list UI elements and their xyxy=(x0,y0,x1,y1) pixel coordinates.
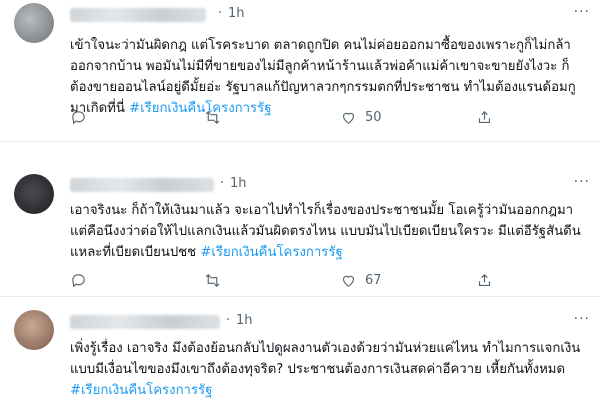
avatar[interactable] xyxy=(14,3,54,43)
reply-button[interactable] xyxy=(70,109,87,126)
timestamp[interactable]: 1h xyxy=(236,313,253,328)
more-icon[interactable]: ··· xyxy=(574,174,590,190)
reply-button[interactable] xyxy=(70,272,87,289)
retweet-button[interactable] xyxy=(204,272,221,289)
reply-icon xyxy=(72,274,85,288)
tweet-text: เพิ่งรู้เรื่อง เอาจริง มึงต้องย้อนกลับไป… xyxy=(70,338,590,401)
author-name[interactable] xyxy=(70,315,220,329)
separator-dot: · xyxy=(226,313,231,328)
tweet[interactable]: · 1h ··· เข้าใจนะว่ามันผิดกฎ แต่โรคระบาด… xyxy=(0,0,600,142)
separator-dot: · xyxy=(218,6,223,21)
retweet-button[interactable] xyxy=(204,109,221,126)
like-count: 67 xyxy=(365,273,382,288)
tweet[interactable]: · 1h ··· เพิ่งรู้เรื่อง เอาจริง มึงต้องย… xyxy=(0,306,600,401)
separator-dot: · xyxy=(220,176,225,191)
tweet-text: เอาจริงนะ ก็ถ้าให้เงินมาแล้ว จะเอาไปทำไร… xyxy=(70,200,590,263)
tweet-body: เพิ่งรู้เรื่อง เอาจริง มึงต้องย้อนกลับไป… xyxy=(70,341,581,377)
timestamp[interactable]: 1h xyxy=(228,6,245,21)
more-icon[interactable]: ··· xyxy=(574,4,590,20)
retweet-icon xyxy=(205,274,220,287)
avatar[interactable] xyxy=(14,310,54,350)
timestamp[interactable]: 1h xyxy=(230,176,247,191)
like-icon xyxy=(342,112,355,124)
author-name[interactable] xyxy=(70,8,206,22)
reply-icon xyxy=(72,111,85,125)
share-icon xyxy=(478,111,491,124)
share-icon xyxy=(478,274,491,287)
tweet-actions: 67 xyxy=(70,272,590,292)
like-button[interactable]: 50 xyxy=(340,109,382,126)
like-button[interactable]: 67 xyxy=(340,272,382,289)
avatar[interactable] xyxy=(14,174,54,214)
tweet[interactable]: · 1h ··· เอาจริงนะ ก็ถ้าให้เงินมาแล้ว จะ… xyxy=(0,160,600,297)
author-name[interactable] xyxy=(70,178,214,192)
like-count: 50 xyxy=(365,110,382,125)
hashtag-link[interactable]: #เรียกเงินคืนโครงการรัฐ xyxy=(70,383,212,398)
hashtag-link[interactable]: #เรียกเงินคืนโครงการรัฐ xyxy=(200,245,342,260)
share-button[interactable] xyxy=(476,272,493,289)
tweet-text: เข้าใจนะว่ามันผิดกฎ แต่โรคระบาด ตลาดถูกป… xyxy=(70,35,590,119)
share-button[interactable] xyxy=(476,109,493,126)
like-icon xyxy=(342,275,355,287)
retweet-icon xyxy=(205,111,220,124)
tweet-actions: 50 xyxy=(70,109,590,129)
more-icon[interactable]: ··· xyxy=(574,311,590,327)
